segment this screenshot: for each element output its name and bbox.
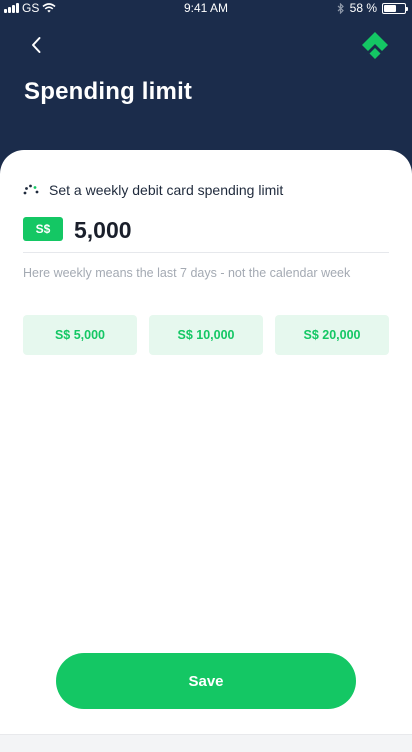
amount-input[interactable]	[74, 217, 354, 243]
preset-button-5000[interactable]: S$ 5,000	[23, 315, 137, 355]
status-bar: GS 9:41 AM 58 %	[0, 0, 412, 16]
battery-percent: 58 %	[349, 1, 377, 15]
hint-text: Here weekly means the last 7 days - not …	[23, 266, 351, 280]
amount-row: S$	[23, 217, 389, 253]
bottom-strip	[0, 734, 412, 752]
preset-button-10000[interactable]: S$ 10,000	[149, 315, 263, 355]
page-title: Spending limit	[24, 78, 193, 105]
chevron-left-icon	[32, 37, 41, 53]
battery-icon	[382, 2, 408, 14]
brand-logo-icon	[360, 30, 390, 60]
gauge-icon	[23, 184, 39, 195]
limit-header: Set a weekly debit card spending limit	[23, 182, 283, 198]
battery-fill	[384, 4, 396, 12]
save-button[interactable]: Save	[56, 653, 356, 709]
preset-button-20000[interactable]: S$ 20,000	[275, 315, 389, 355]
limit-card: Set a weekly debit card spending limit S…	[0, 150, 412, 752]
spending-limit-screen: GS 9:41 AM 58 % Spending limit Set a wee…	[0, 0, 412, 752]
back-button[interactable]	[22, 30, 50, 60]
bluetooth-icon	[337, 2, 344, 14]
status-right: 58 %	[337, 1, 408, 15]
preset-row: S$ 5,000 S$ 10,000 S$ 20,000	[23, 315, 389, 355]
limit-label: Set a weekly debit card spending limit	[49, 182, 284, 198]
currency-badge: S$	[23, 217, 63, 241]
